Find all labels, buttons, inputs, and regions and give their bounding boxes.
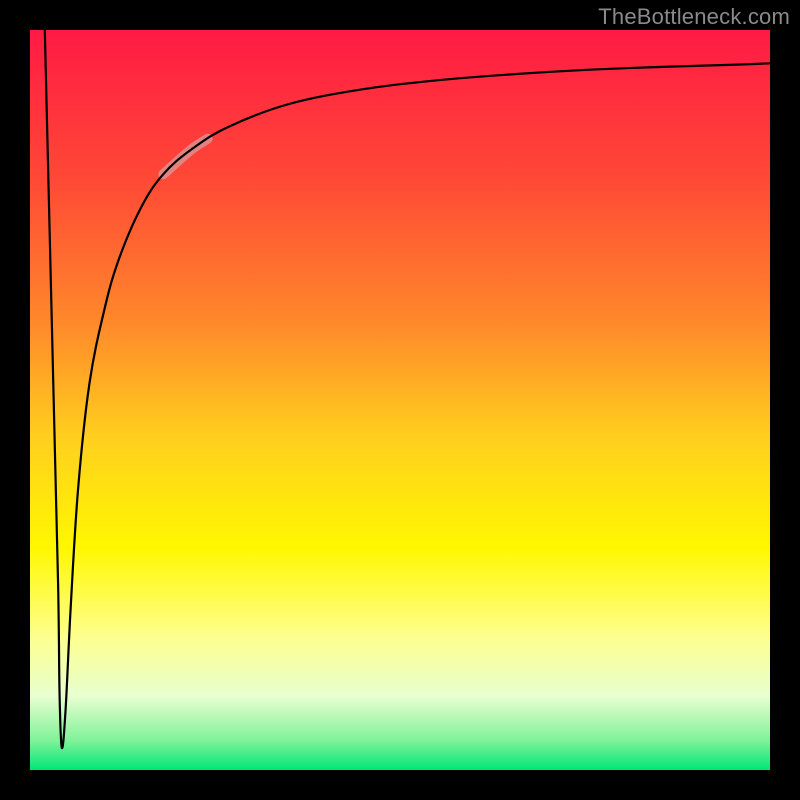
watermark-text: TheBottleneck.com — [598, 4, 790, 30]
plot-background — [30, 30, 770, 770]
chart-svg — [0, 0, 800, 800]
chart-container: TheBottleneck.com — [0, 0, 800, 800]
